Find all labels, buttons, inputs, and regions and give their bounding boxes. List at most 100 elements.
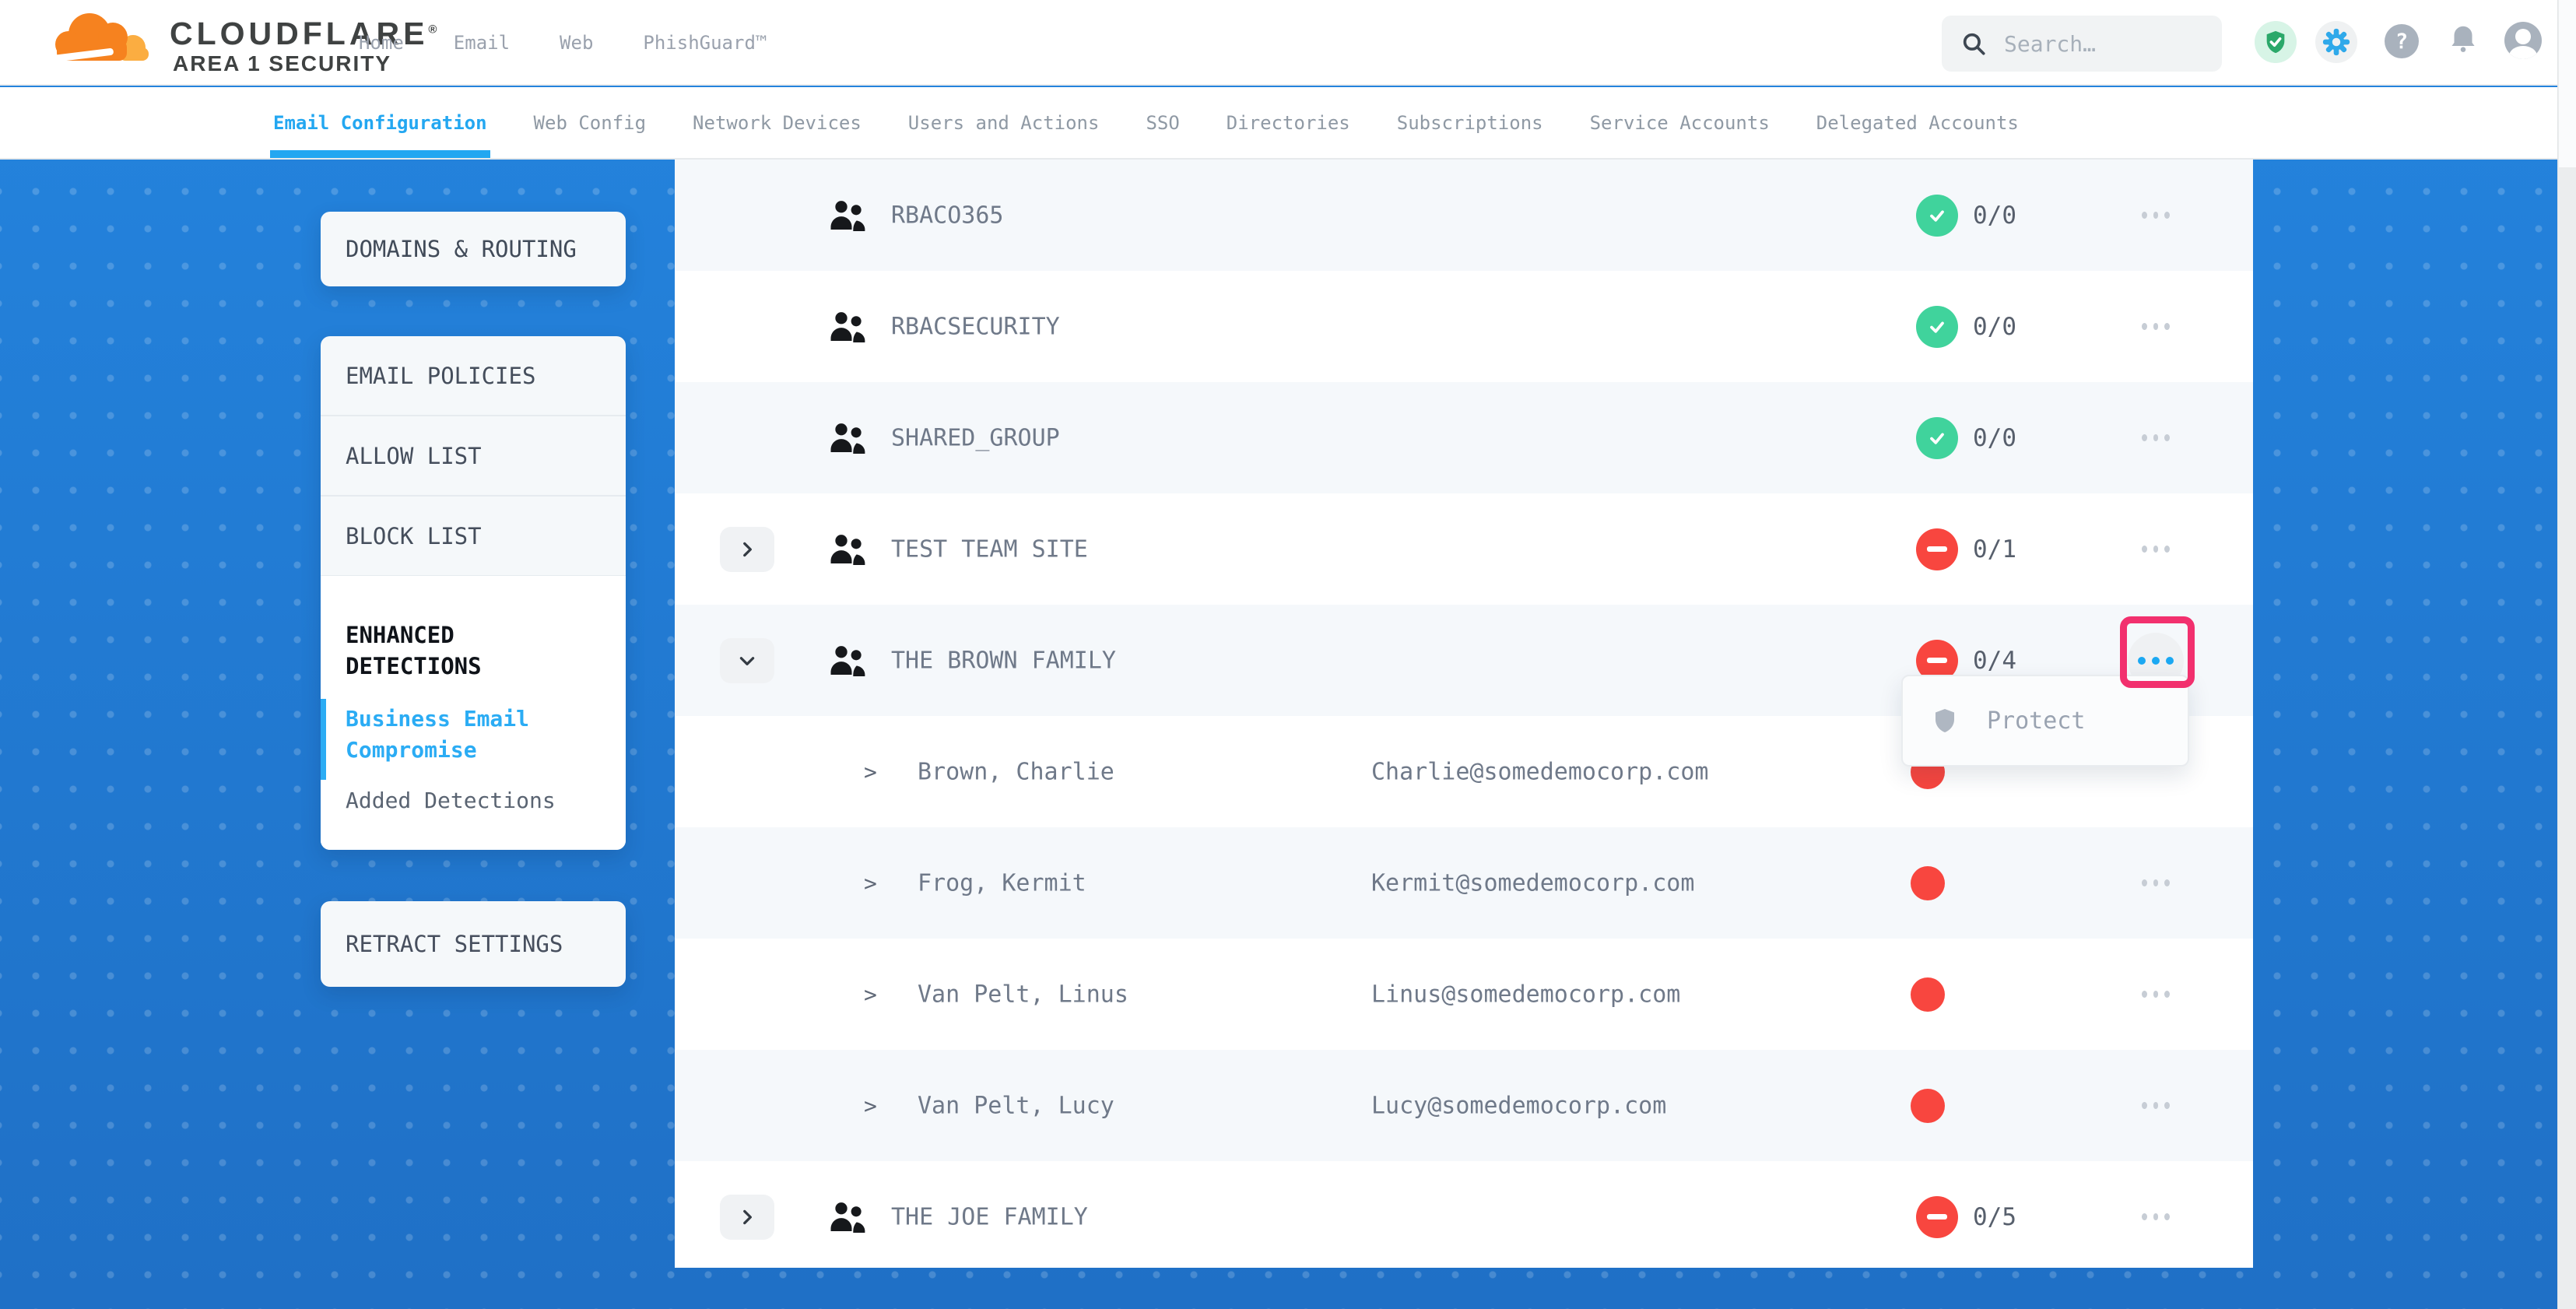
status-check-badge <box>1916 417 1958 459</box>
active-indicator-bar <box>321 699 326 780</box>
sidebar-item-label: EMAIL POLICIES <box>346 363 535 389</box>
enhanced-detections-title: ENHANCED DETECTIONS <box>321 576 593 682</box>
row-menu-button[interactable] <box>2137 990 2174 999</box>
nav-item-web[interactable]: Web <box>560 32 593 54</box>
page-scrollbar[interactable] <box>2557 0 2576 1309</box>
tab-directories[interactable]: Directories <box>1227 87 1350 158</box>
group-name: RBACO365 <box>891 202 1004 229</box>
member-name: Brown, Charlie <box>918 758 1114 785</box>
member-email: Lucy@somedemocorp.com <box>1371 1092 1666 1119</box>
protected-count: 0/1 <box>1973 535 2016 563</box>
member-name: Van Pelt, Lucy <box>918 1092 1114 1119</box>
group-users-icon <box>827 198 869 233</box>
tab-delegated-accounts[interactable]: Delegated Accounts <box>1816 87 2019 158</box>
protection-status-button[interactable] <box>2255 21 2297 63</box>
group-name: THE JOE FAMILY <box>891 1203 1088 1230</box>
group-users-icon <box>827 420 869 456</box>
status-check-badge <box>1916 306 1958 348</box>
protected-count: 0/0 <box>1973 424 2016 452</box>
help-button[interactable]: ? <box>2385 24 2419 58</box>
search-icon <box>1960 30 1987 57</box>
user-avatar[interactable] <box>2504 22 2542 59</box>
row-menu-button[interactable] <box>2137 879 2174 888</box>
sidebar-item-domains-routing[interactable]: DOMAINS & ROUTING <box>321 212 626 286</box>
member-caret-icon[interactable]: > <box>864 870 877 896</box>
chevron-down-icon <box>737 651 757 671</box>
table-row-group: RBACSECURITY 0/0 <box>675 271 2253 382</box>
protected-count: 0/0 <box>1973 313 2016 341</box>
tab-network-devices[interactable]: Network Devices <box>693 87 862 158</box>
check-icon <box>1926 316 1948 338</box>
scrollbar-thumb[interactable] <box>2559 0 2576 167</box>
group-name: TEST TEAM SITE <box>891 535 1088 563</box>
table-row-group: THE JOE FAMILY 0/5 <box>675 1161 2253 1272</box>
app-header: CLOUDFLARE® AREA 1 SECURITY Home Email W… <box>0 0 2576 86</box>
sidebar-item-retract-settings[interactable]: RETRACT SETTINGS <box>321 901 626 987</box>
tab-users-and-actions[interactable]: Users and Actions <box>908 87 1100 158</box>
table-row-member: > Van Pelt, Linus Linus@somedemocorp.com <box>675 939 2253 1050</box>
gear-icon <box>2322 27 2351 57</box>
annotation-highlight-box <box>2120 616 2195 688</box>
menu-item-protect[interactable]: Protect <box>1987 707 2085 735</box>
protected-count: 0/5 <box>1973 1203 2016 1231</box>
protected-count: 0/0 <box>1973 202 2016 230</box>
member-caret-icon[interactable]: > <box>864 981 877 1007</box>
row-menu-button[interactable] <box>2137 1101 2174 1111</box>
member-caret-icon[interactable]: > <box>864 1093 877 1118</box>
nav-item-email[interactable]: Email <box>454 32 510 54</box>
shield-check-icon <box>2262 29 2289 55</box>
sidebar-item-added-detections[interactable]: Added Detections <box>321 788 626 813</box>
chevron-right-icon <box>737 539 757 560</box>
tab-email-configuration[interactable]: Email Configuration <box>273 87 487 158</box>
row-menu-button[interactable] <box>2137 433 2174 443</box>
notifications-bell-icon[interactable] <box>2445 22 2481 58</box>
sidebar-item-label: BLOCK LIST <box>346 523 482 549</box>
sidebar-section-enhanced-detections: ENHANCED DETECTIONS Business Email Compr… <box>321 576 626 850</box>
collapse-group-button[interactable] <box>720 638 774 683</box>
group-users-icon <box>827 1199 869 1235</box>
chevron-right-icon <box>737 1207 757 1227</box>
tab-sso[interactable]: SSO <box>1146 87 1179 158</box>
row-menu-button[interactable] <box>2137 211 2174 220</box>
sidebar-item-label: DOMAINS & ROUTING <box>346 236 577 262</box>
table-row-group: SHARED_GROUP 0/0 <box>675 382 2253 493</box>
settings-button[interactable] <box>2315 21 2357 63</box>
search-box[interactable] <box>1942 16 2222 72</box>
status-dot-unprotected <box>1911 1089 1945 1123</box>
expand-group-button[interactable] <box>720 527 774 572</box>
expand-group-button[interactable] <box>720 1195 774 1240</box>
group-name: THE BROWN FAMILY <box>891 647 1116 674</box>
group-name: RBACSECURITY <box>891 313 1060 340</box>
tab-service-accounts[interactable]: Service Accounts <box>1590 87 1770 158</box>
sidebar-item-label: RETRACT SETTINGS <box>346 931 563 957</box>
status-dot-unprotected <box>1911 866 1945 900</box>
member-email: Charlie@somedemocorp.com <box>1371 758 1708 785</box>
shield-icon <box>1931 705 1959 736</box>
sidebar-item-block-list[interactable]: BLOCK LIST <box>321 497 626 577</box>
row-menu-button[interactable] <box>2137 545 2174 554</box>
member-caret-icon[interactable]: > <box>864 759 877 784</box>
cloudflare-logo-icon <box>40 5 165 73</box>
check-icon <box>1926 205 1948 226</box>
member-email: Linus@somedemocorp.com <box>1371 981 1680 1008</box>
row-menu-button[interactable] <box>2137 322 2174 332</box>
config-tab-bar: Email Configuration Web Config Network D… <box>0 87 2576 160</box>
row-menu-button[interactable] <box>2137 1212 2174 1222</box>
table-row-group: TEST TEAM SITE 0/1 <box>675 493 2253 605</box>
status-dot-unprotected <box>1911 977 1945 1012</box>
member-name: Van Pelt, Linus <box>918 981 1128 1008</box>
sidebar-item-email-policies[interactable]: EMAIL POLICIES <box>321 336 626 416</box>
sidebar-policies-card: EMAIL POLICIES ALLOW LIST BLOCK LIST ENH… <box>321 336 626 850</box>
tab-web-config[interactable]: Web Config <box>534 87 647 158</box>
check-icon <box>1926 427 1948 449</box>
nav-item-phishguard[interactable]: PhishGuard™ <box>643 32 767 54</box>
tab-subscriptions[interactable]: Subscriptions <box>1397 87 1543 158</box>
group-users-icon <box>827 532 869 567</box>
search-input[interactable] <box>2002 30 2189 58</box>
sidebar-item-business-email-compromise[interactable]: Business Email Compromise <box>321 704 577 766</box>
row-context-menu: Protect <box>1901 675 2189 767</box>
sidebar-item-allow-list[interactable]: ALLOW LIST <box>321 416 626 497</box>
question-icon: ? <box>2395 30 2408 54</box>
minus-icon <box>1927 546 1947 552</box>
nav-item-home[interactable]: Home <box>359 32 404 54</box>
